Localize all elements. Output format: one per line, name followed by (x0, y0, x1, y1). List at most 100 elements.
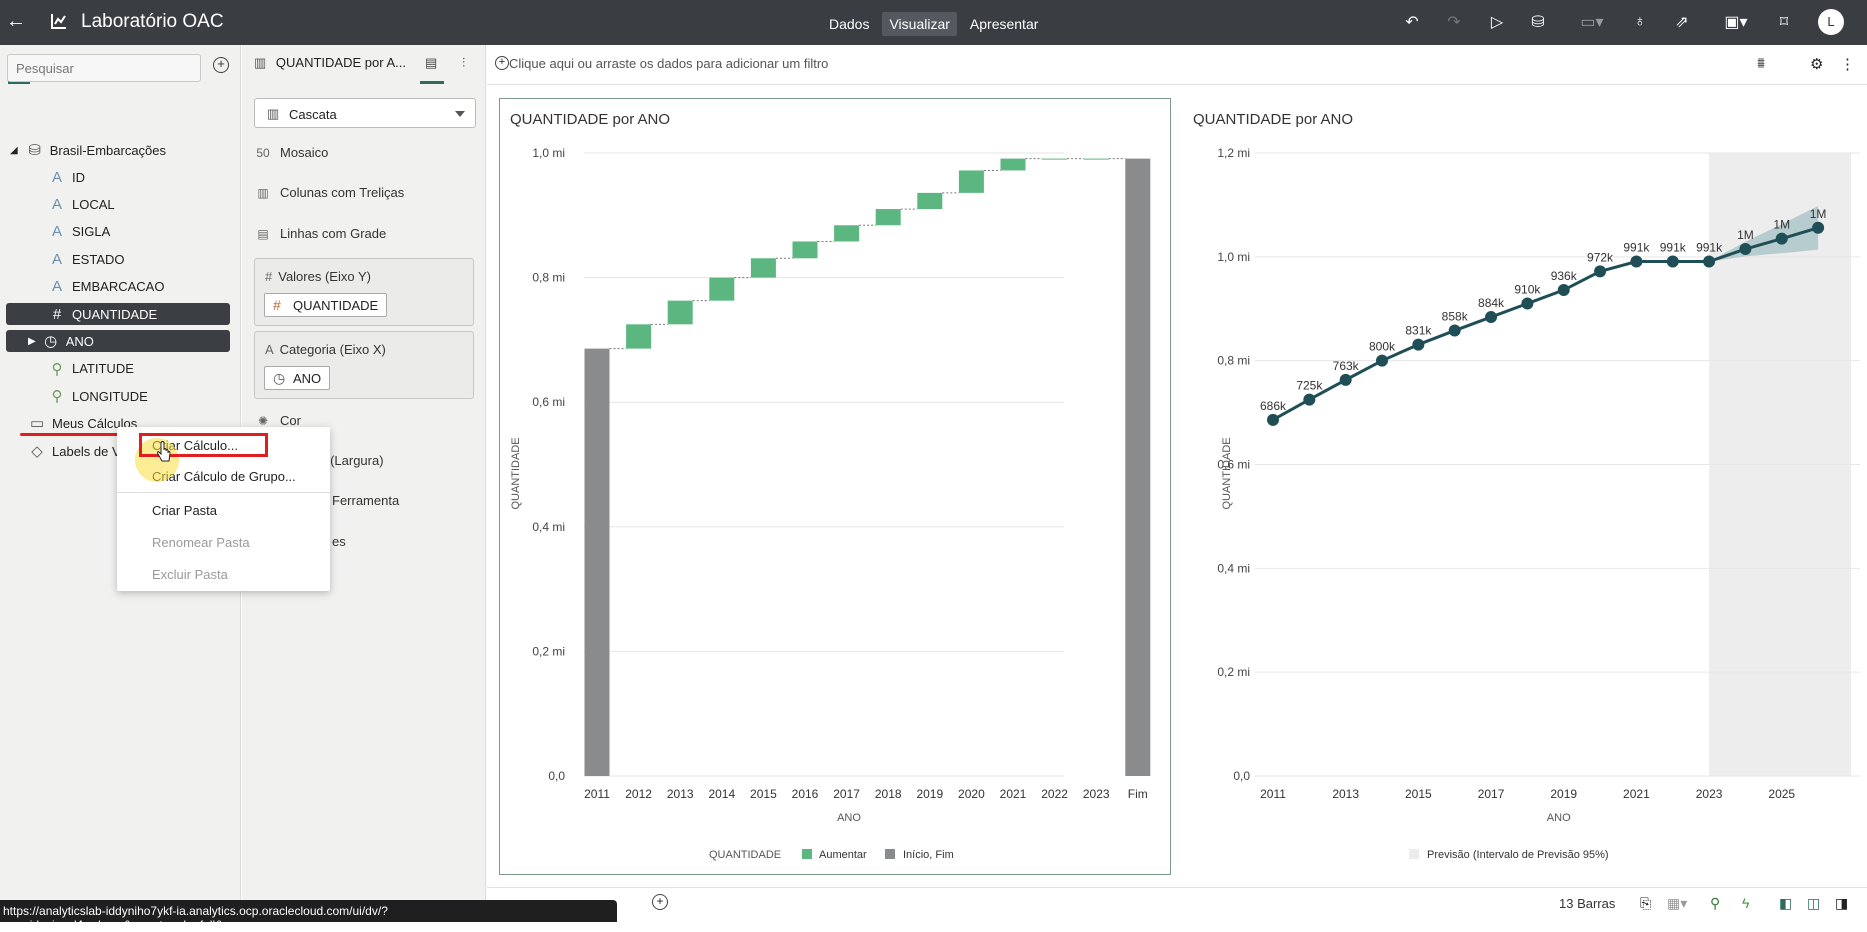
text-field-icon: A (51, 195, 62, 213)
y-tick-label: 0,0 (548, 769, 565, 783)
comment-menu-icon[interactable]: ▭▾ (1574, 11, 1610, 33)
mosaic-icon: 50 (256, 145, 270, 160)
y-axis-label: QUANTIDADE (510, 437, 522, 509)
category-x-well[interactable]: A Categoria (Eixo X) ◷ ANO (254, 331, 474, 399)
grammar-linhas-grade[interactable]: ▤ Linhas com Grade (254, 226, 386, 241)
undo-icon[interactable]: ↶ (1400, 11, 1424, 33)
play-icon[interactable]: ▷ (1485, 11, 1509, 33)
x-tick-label: 2016 (792, 787, 819, 801)
grammar-dica-ferramenta[interactable]: Ferramenta (332, 493, 399, 508)
filter-icon[interactable]: ⩩ (1757, 55, 1765, 72)
values-y-well[interactable]: # Valores (Eixo Y) # QUANTIDADE (254, 258, 474, 326)
data-point (1775, 232, 1788, 245)
ano-pill[interactable]: ◷ ANO (264, 366, 331, 390)
back-arrow-icon[interactable]: ← (6, 10, 26, 33)
data-view-icon[interactable]: ⎘ (1640, 895, 1651, 912)
x-axis-label: ANO (837, 812, 861, 824)
insights-bulb-icon[interactable]: ♁ (1628, 11, 1652, 33)
number-field-icon: # (52, 305, 62, 323)
canvas-settings-icon[interactable]: ⚙ (1810, 55, 1823, 73)
x-tick-label: 2011 (1260, 787, 1286, 801)
total-bar (1125, 158, 1151, 776)
waterfall-chart[interactable]: 0,0 0,2 mi 0,4 mi 0,6 mi 0,8 mi 1,0 mi QUANTID… (499, 98, 1171, 875)
field-quantidade[interactable]: # QUANTIDADE (6, 303, 230, 325)
data-point (1448, 324, 1461, 337)
mode-dados[interactable]: Dados (822, 12, 876, 36)
refresh-data-icon[interactable]: ⛁ (1526, 11, 1550, 33)
field-local[interactable]: A LOCAL (50, 193, 115, 215)
settings-sliders-icon[interactable]: ⫶ (462, 55, 465, 71)
user-avatar[interactable]: L (1818, 9, 1844, 35)
x-tick-label: 2019 (916, 787, 943, 801)
add-canvas-icon[interactable]: + (652, 894, 668, 910)
add-filter-icon[interactable]: + (495, 56, 509, 70)
mode-visualizar[interactable]: Visualizar (882, 12, 957, 36)
text-field-icon: A (51, 250, 62, 268)
legend-label: Início, Fim (903, 849, 954, 861)
quantidade-pill[interactable]: # QUANTIDADE (264, 293, 388, 317)
increase-bar (750, 258, 776, 278)
field-id[interactable]: A ID (50, 166, 85, 188)
grammar-mosaico[interactable]: 50 Mosaico (254, 145, 328, 160)
workbook-title: Laboratório OAC (81, 11, 224, 32)
values-y-label: # Valores (Eixo Y) (265, 269, 371, 284)
menu-renomear-pasta[interactable]: Renomear Pasta (152, 535, 250, 550)
text-field-icon: A (51, 223, 62, 241)
x-tick-label: 2022 (1041, 787, 1068, 801)
field-ano[interactable]: ▶ ◷ ANO (6, 330, 230, 353)
rows-icon: ▤ (257, 226, 269, 241)
grammar-colunas-trelicas[interactable]: ▥ Colunas com Treliças (254, 185, 404, 200)
data-label: 1M (1737, 228, 1754, 242)
viz-type-select[interactable]: ▥ Cascata (254, 98, 476, 128)
increase-bar (875, 209, 901, 226)
menu-criar-pasta[interactable]: Criar Pasta (152, 503, 217, 518)
geo-field-icon: ⚲ (51, 388, 63, 406)
expand-caret-icon[interactable]: ▶ (28, 336, 36, 347)
grammar-detalhes[interactable]: es (332, 534, 346, 549)
increase-bar (1042, 158, 1068, 160)
more-options-icon[interactable]: ⋮ (1840, 55, 1855, 73)
field-latitude[interactable]: ⚲ LATITUDE (50, 358, 134, 380)
x-tick-label: 2015 (750, 787, 777, 801)
legend-swatch-total (885, 849, 895, 859)
collapse-caret-icon[interactable]: ◢ (10, 145, 18, 156)
dataset-node[interactable]: ◢ ⛁ Brasil-Embarcações (10, 139, 166, 161)
export-icon[interactable]: ⇗ (1670, 11, 1694, 33)
field-embarcacao[interactable]: A EMBARCACAO (50, 276, 164, 298)
layout-center-icon[interactable]: ◫ (1807, 895, 1820, 912)
search-input[interactable]: Pesquisar (7, 54, 201, 82)
grammar-cor[interactable]: ✺ Cor (254, 413, 301, 428)
redo-icon[interactable]: ↷ (1442, 11, 1466, 33)
menu-separator (117, 492, 330, 493)
mode-apresentar[interactable]: Apresentar (963, 12, 1045, 36)
increase-bar (709, 277, 735, 301)
field-estado[interactable]: A ESTADO (50, 248, 125, 270)
data-point (1812, 221, 1825, 234)
properties-icon[interactable]: ▤ (425, 55, 437, 71)
add-dataset-icon[interactable]: + (213, 57, 229, 73)
bookmark-icon[interactable]: ⌑ (1772, 11, 1796, 33)
legend-label: Aumentar (819, 849, 867, 861)
tag-icon: ◇ (31, 443, 43, 460)
folder-labels[interactable]: ◇ Labels de V (30, 440, 120, 462)
field-label: ANO (65, 333, 94, 349)
line-forecast-chart[interactable]: 0,00,2 mi0,4 mi0,6 mi0,8 mi1,0 mi1,2 miQ… (1180, 98, 1860, 875)
y-tick-label: 1,0 mi (532, 146, 565, 160)
lightning-icon[interactable]: ϟ (1742, 895, 1749, 911)
pin-icon[interactable]: ⚲ (1710, 895, 1720, 912)
dataset-icon: ⛁ (28, 142, 41, 159)
filter-bar[interactable]: + Clique aqui ou arraste os dados para a… (487, 45, 1867, 85)
filter-placeholder[interactable]: Clique aqui ou arraste os dados para adi… (509, 56, 828, 71)
grid-menu-icon[interactable]: ▦▾ (1667, 895, 1687, 912)
field-longitude[interactable]: ⚲ LONGITUDE (50, 385, 148, 407)
increase-bar (1083, 158, 1109, 160)
save-menu-icon[interactable]: ▣▾ (1718, 11, 1754, 33)
layout-right-icon[interactable]: ◨ (1835, 895, 1848, 912)
viz-tab[interactable]: ▥ QUANTIDADE por A... (254, 55, 406, 71)
y-tick-label: 0,2 mi (1217, 665, 1250, 679)
data-point (1303, 393, 1316, 406)
layout-left-icon[interactable]: ◧ (1779, 895, 1792, 912)
field-label: LOCAL (72, 196, 115, 212)
menu-excluir-pasta[interactable]: Excluir Pasta (152, 567, 228, 582)
field-sigla[interactable]: A SIGLA (50, 221, 110, 243)
